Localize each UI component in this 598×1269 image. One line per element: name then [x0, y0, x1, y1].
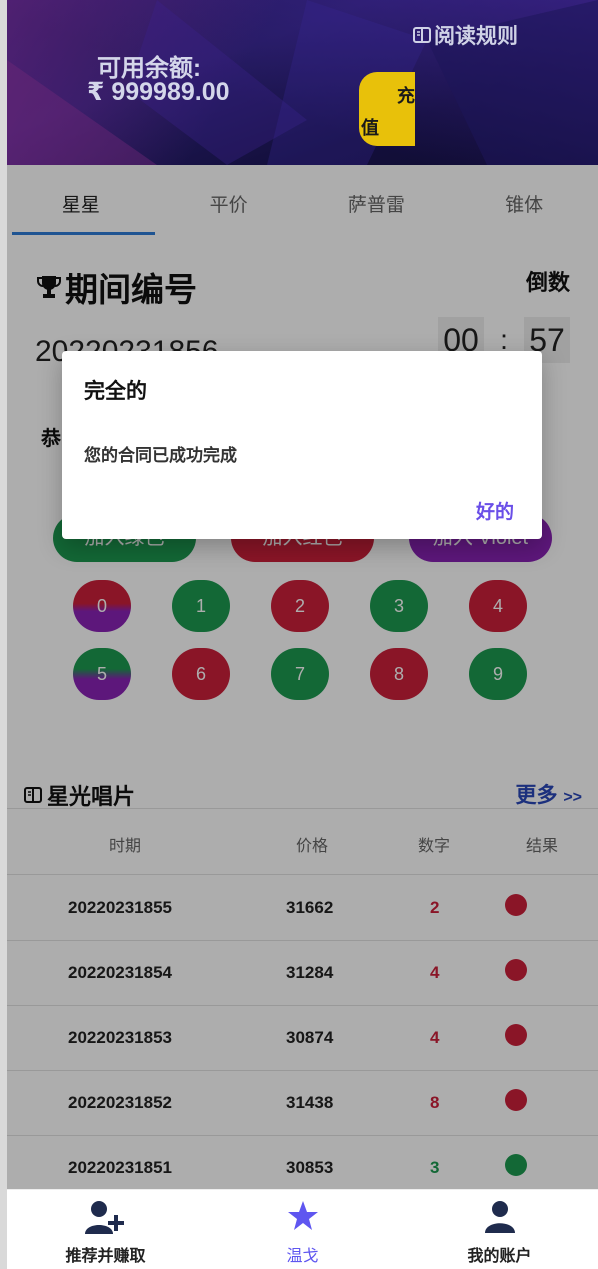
- nav-my-account-label: 我的账户: [467, 1248, 532, 1265]
- nav-refer-earn-label: 推荐并赚取: [65, 1248, 146, 1265]
- nav-wingo[interactable]: 温戈: [204, 1190, 401, 1269]
- nav-wingo-label: 温戈: [286, 1248, 319, 1265]
- bottom-nav: 推荐并赚取 温戈 我的账户: [7, 1189, 598, 1269]
- nav-refer-earn[interactable]: 推荐并赚取: [7, 1190, 204, 1269]
- nav-my-account[interactable]: 我的账户: [401, 1190, 598, 1269]
- dialog-message: 您的合同已成功完成: [84, 446, 237, 465]
- completion-dialog: 完全的 您的合同已成功完成 好的: [62, 351, 542, 539]
- star-icon: [287, 1201, 318, 1230]
- add-user-icon: [84, 1201, 124, 1234]
- dialog-title: 完全的: [84, 380, 147, 403]
- header-backdrop: [7, 0, 598, 165]
- user-icon: [484, 1201, 515, 1233]
- dialog-ok-button[interactable]: 好的: [476, 497, 514, 524]
- modal-backdrop[interactable]: [7, 165, 598, 1189]
